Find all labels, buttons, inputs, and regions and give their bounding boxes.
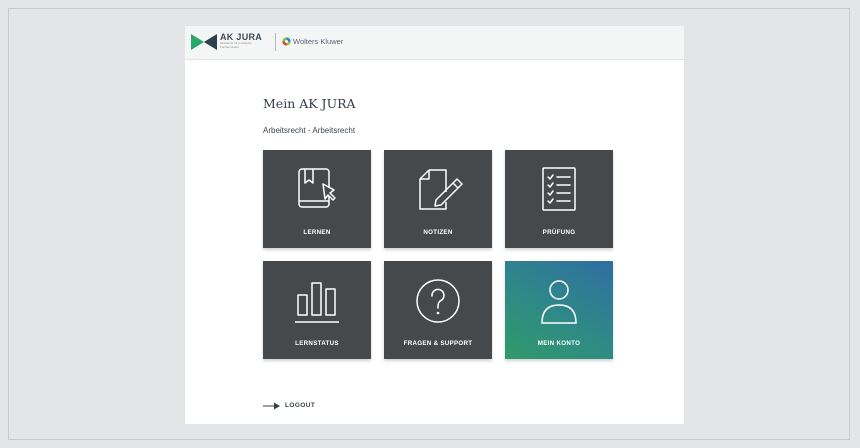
tile-notizen[interactable]: NOTIZEN bbox=[384, 150, 492, 248]
tile-label: MEIN KONTO bbox=[537, 340, 581, 347]
tile-label: PRÜFUNG bbox=[542, 229, 576, 236]
tile-mein-konto[interactable]: MEIN KONTO bbox=[505, 261, 613, 359]
app-window: AK JURA Akademie für juristische Fachsem… bbox=[185, 26, 684, 424]
tile-label: LERNSTATUS bbox=[295, 340, 339, 347]
partner-name: Wolters Kluwer bbox=[293, 37, 344, 46]
header-bar: AK JURA Akademie für juristische Fachsem… bbox=[185, 26, 684, 60]
tile-fragen-support[interactable]: FRAGEN & SUPPORT bbox=[384, 261, 492, 359]
tile-pruefung[interactable]: PRÜFUNG bbox=[505, 150, 613, 248]
tile-label: LERNEN bbox=[303, 229, 331, 236]
arrow-right-icon bbox=[263, 402, 280, 410]
page-title: Mein AK JURA bbox=[263, 96, 356, 111]
tile-lernstatus[interactable]: LERNSTATUS bbox=[263, 261, 371, 359]
brand-text: AK JURA Akademie für juristische Fachsem… bbox=[220, 32, 268, 49]
logout-label: LOGOUT bbox=[285, 402, 316, 409]
tile-lernen[interactable]: LERNEN bbox=[263, 150, 371, 248]
course-subtitle: Arbeitsrecht - Arbeitsrecht bbox=[263, 126, 356, 135]
tile-label: NOTIZEN bbox=[423, 229, 453, 236]
ak-jura-logo-icon bbox=[191, 34, 217, 50]
header-divider bbox=[275, 33, 276, 51]
brand-tagline: Akademie für juristische Fachseminare bbox=[220, 41, 252, 49]
wolters-kluwer-logo-icon bbox=[282, 37, 291, 46]
tile-label: FRAGEN & SUPPORT bbox=[403, 340, 473, 347]
